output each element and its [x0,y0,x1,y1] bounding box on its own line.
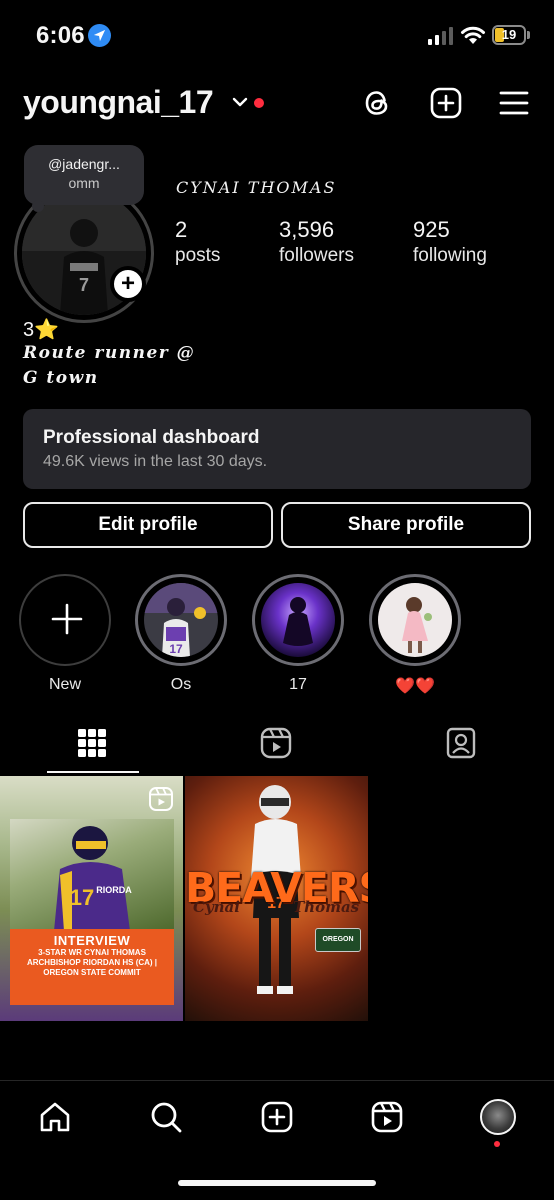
jersey-text: RIORDA [96,885,132,895]
post-thumbnail-beavers[interactable]: 17 BEAVERS Cynai Thomas OREGON [185,776,368,1021]
unread-dot [254,98,264,108]
plus-icon [51,603,83,635]
highlight-label: Os [170,676,192,693]
bio-rating: 3⭐ [23,319,60,341]
banner-title: INTERVIEW [53,933,131,948]
note-tail [32,200,44,212]
plus-icon: + [120,270,135,297]
highlight-ring: 17 [135,574,227,666]
share-profile-button[interactable]: Share profile [281,502,531,548]
jersey-number: 17 [70,885,94,910]
stat-following-value: 925 [413,217,450,242]
highlight-ring [19,574,111,666]
status-bar: 6:06 19 [0,0,554,70]
home-indicator[interactable] [178,1180,376,1186]
grid-icon[interactable] [75,726,109,760]
highlight-ring [369,574,461,666]
reels-icon[interactable] [369,1099,405,1135]
highlight-ring [252,574,344,666]
highlight-label: ❤️❤️ [395,678,435,695]
highlight-17[interactable]: 17 [252,574,344,694]
highlight-os[interactable]: 17 Os [135,574,227,694]
banner-line-1: 3-STAR WR CYNAI THOMAS [38,948,146,957]
note-handle: @jadengr... [48,156,120,172]
reel-badge-icon [149,787,173,811]
note-text: omm [68,175,100,191]
highlight-cover [378,583,452,657]
professional-dashboard[interactable]: Professional dashboard 49.6K views in th… [23,409,531,489]
dashboard-title: Professional dashboard [43,427,260,448]
add-story-button[interactable]: + [110,266,146,302]
player-first-name: Cynai [193,898,240,916]
highlight-new[interactable]: New [19,574,111,694]
cellular-signal-icon [428,27,453,45]
location-arrow-icon [88,24,111,47]
banner-line-2: ARCHBISHOP RIORDAN HS (CA) | [26,958,158,967]
player-last-name: Thomas [293,898,360,916]
profile-notification-dot [494,1141,500,1147]
post-thumbnail-interview[interactable]: 17 RIORDA INTERVIEW 3-STAR WR CYNAI THOM… [0,776,183,1021]
search-icon[interactable] [148,1099,184,1135]
reels-icon[interactable] [259,726,293,760]
wifi-icon [461,26,485,44]
oregon-sign: OREGON [315,928,361,952]
bio-line-2: G town [23,368,99,388]
tagged-icon[interactable] [444,726,478,760]
edit-profile-button[interactable]: Edit profile [23,502,273,548]
chevron-down-icon[interactable] [232,97,248,107]
bio-line-1: Route runner @ [23,343,196,363]
stat-followers[interactable]: 3,596 followers [279,217,354,269]
stat-posts-label: posts [175,245,221,266]
home-icon[interactable] [37,1099,73,1135]
status-time: 6:06 [36,22,85,49]
username-switcher[interactable]: youngnai_17 [23,84,214,121]
stat-followers-label: followers [279,245,354,266]
stat-posts-value: 2 [175,217,188,242]
banner-line-3: OREGON STATE COMMIT [43,968,141,977]
stat-posts[interactable]: 2 posts [175,217,220,269]
highlight-hearts[interactable]: ❤️❤️ [369,574,461,696]
active-tab-underline [47,771,139,773]
profile-avatar[interactable] [480,1099,516,1135]
highlight-cover: 17 [144,583,218,657]
highlight-cover [261,583,335,657]
dashboard-subtitle: 49.6K views in the last 30 days. [43,453,268,470]
highlight-label: New [48,676,81,693]
create-icon[interactable] [259,1099,295,1135]
svg-text:7: 7 [79,275,89,295]
menu-icon[interactable] [497,86,531,120]
stat-following[interactable]: 925 following [413,217,487,269]
note-bubble[interactable]: @jadengr... omm [24,145,144,205]
threads-icon[interactable] [360,86,394,120]
highlight-label: 17 [289,676,307,693]
player-image: 17 RIORDA [54,826,132,931]
display-name: CYNAI THOMAS [176,178,337,197]
battery-icon: 19 [492,25,526,45]
battery-percent: 19 [501,27,517,42]
create-icon[interactable] [429,86,463,120]
battery-tip [527,31,530,39]
interview-card: 17 RIORDA INTERVIEW 3-STAR WR CYNAI THOM… [10,819,174,1005]
stat-following-label: following [413,245,487,266]
stat-followers-value: 3,596 [279,217,335,242]
interview-banner: INTERVIEW 3-STAR WR CYNAI THOMAS ARCHBIS… [10,929,174,1005]
svg-text:17: 17 [169,642,183,656]
